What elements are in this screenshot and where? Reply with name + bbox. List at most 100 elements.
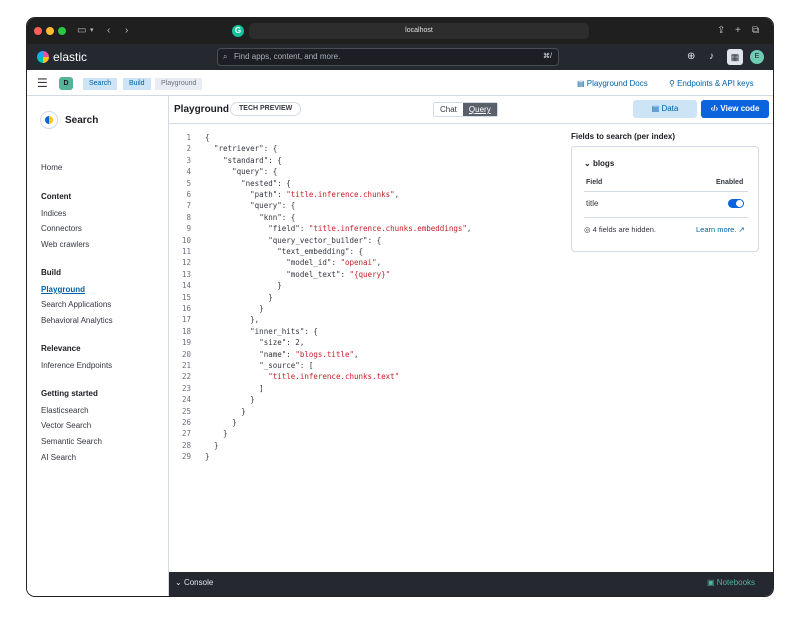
address-bar[interactable]: localhost (249, 23, 589, 39)
nav-indices[interactable]: Indices (41, 209, 66, 219)
code-token: , (376, 258, 382, 268)
data-button[interactable]: ▤ Data (633, 100, 697, 118)
index-name: blogs (592, 159, 615, 168)
code-token: "blogs.title" (295, 349, 355, 359)
view-code-button[interactable]: ‹/› View code (701, 100, 769, 118)
console-bar[interactable]: ⌄ Console ▣ Notebooks (169, 572, 773, 596)
code-line: 21 "_source": [ (169, 360, 313, 371)
code-token: { (205, 133, 210, 142)
new-tab-icon[interactable]: + (735, 24, 741, 38)
menu-icon[interactable]: ☰ (37, 76, 48, 90)
code-token: "title.inference.chunks.embeddings" (308, 224, 467, 234)
code-line: 4 "query": { (169, 166, 277, 177)
endpoints-api-keys-link[interactable]: ⚲ Endpoints & API keys (669, 77, 754, 91)
line-number: 9 (186, 224, 191, 234)
nav-inference-endpoints[interactable]: Inference Endpoints (41, 361, 112, 371)
code-token: "text_embedding" (277, 247, 350, 256)
search-placeholder: Find apps, content, and more. (234, 52, 341, 61)
code-token: : { (349, 247, 364, 256)
breadcrumb-build[interactable]: Build (123, 78, 151, 90)
code-line: 29} (169, 451, 210, 462)
sidebar-icon[interactable]: ▭ (77, 24, 86, 38)
nav-elasticsearch[interactable]: Elasticsearch (41, 406, 89, 416)
code-line: 20 "name": "blogs.title", (169, 349, 359, 360)
mode-toggle: Chat Query (433, 102, 498, 117)
share-icon[interactable]: ⇪ (717, 24, 725, 38)
page-header: Playground TECH PREVIEW Chat Query ▤ Dat… (169, 96, 773, 124)
code-line: 9 "field": "title.inference.chunks.embed… (169, 223, 471, 234)
tabs-icon[interactable]: ⧉ (752, 24, 759, 38)
breadcrumb-playground: Playground (155, 78, 203, 90)
field-enabled-toggle[interactable] (728, 199, 744, 208)
url-text: localhost (405, 27, 433, 34)
hidden-fields-note: ◎ 4 fields are hidden. (584, 225, 656, 234)
minimize-window-button[interactable] (46, 27, 54, 35)
code-token: } (205, 429, 228, 439)
chat-mode-button[interactable]: Chat (434, 103, 463, 116)
nav-connectors[interactable]: Connectors (41, 224, 82, 234)
query-code-editor[interactable]: 1{2 "retriever": {3 "standard": {4 "quer… (169, 132, 559, 564)
apps-tile-icon[interactable]: ▦ (727, 49, 743, 65)
column-enabled: Enabled (716, 179, 744, 186)
console-toggle[interactable]: ⌄ Console (175, 578, 213, 587)
code-token: } (205, 418, 237, 427)
nav-group-getting-started: Getting started (41, 389, 98, 398)
line-number: 16 (181, 304, 191, 313)
avatar[interactable]: E (750, 50, 764, 64)
code-token: "field" (268, 224, 300, 234)
nav-semantic-search[interactable]: Semantic Search (41, 437, 102, 447)
code-line: 8 "knn": { (169, 212, 295, 223)
learn-more-link[interactable]: Learn more. ↗ (696, 225, 745, 234)
nav-group-build: Build (41, 268, 61, 277)
code-token: } (205, 292, 273, 302)
code-token: "model_id" (286, 258, 332, 268)
line-number: 14 (181, 281, 191, 291)
news-feed-icon[interactable]: ♪ (709, 50, 714, 64)
nav-vector-search[interactable]: Vector Search (41, 421, 91, 431)
nav-home[interactable]: Home (41, 163, 62, 173)
nav-ai-search[interactable]: AI Search (41, 453, 76, 463)
help-icon[interactable]: ⊕ (687, 50, 695, 64)
nav-search-applications[interactable]: Search Applications (41, 300, 111, 310)
side-navigation: Search Home Content Indices Connectors W… (27, 96, 169, 596)
nav-web-crawlers[interactable]: Web crawlers (41, 240, 89, 250)
forward-icon[interactable]: › (125, 24, 128, 38)
notebooks-link[interactable]: ▣ Notebooks (707, 578, 755, 587)
code-token: , (354, 349, 359, 359)
space-badge[interactable]: D (59, 77, 73, 90)
line-number: 19 (181, 338, 191, 348)
line-number: 28 (181, 440, 191, 450)
nav-behavioral-analytics[interactable]: Behavioral Analytics (41, 316, 113, 326)
code-token: } (205, 406, 246, 416)
global-search-input[interactable]: ⌕ Find apps, content, and more. ⌘/ (217, 48, 559, 66)
code-token: "name" (259, 349, 287, 359)
nav-group-relevance: Relevance (41, 344, 81, 353)
chevron-down-icon[interactable]: ▾ (90, 24, 94, 38)
learn-more-label: Learn more. (696, 225, 737, 234)
code-token: : [ (299, 361, 314, 370)
code-line: 25 } (169, 406, 246, 417)
code-token: : { (277, 178, 291, 188)
query-mode-button[interactable]: Query (462, 103, 497, 116)
index-accordion[interactable]: ⌄ blogs (584, 159, 614, 168)
nav-playground[interactable]: Playground (41, 285, 85, 295)
grammarly-icon[interactable]: G (232, 25, 244, 37)
tech-preview-badge: TECH PREVIEW (230, 102, 302, 116)
divider (584, 191, 748, 192)
code-line: 11 "text_embedding": { (169, 246, 363, 257)
breadcrumb-search[interactable]: Search (83, 78, 118, 90)
back-icon[interactable]: ‹ (107, 24, 110, 38)
elastic-logo[interactable]: elastic (37, 50, 87, 64)
main-content: Playground TECH PREVIEW Chat Query ▤ Dat… (169, 96, 773, 572)
code-token: : (277, 190, 287, 199)
close-window-button[interactable] (34, 27, 42, 35)
column-field: Field (586, 179, 603, 186)
page-title: Playground (174, 104, 230, 115)
playground-docs-link[interactable]: ▤ Playground Docs (577, 77, 648, 91)
code-token: : { (281, 201, 296, 211)
code-token: "inner_hits" (250, 326, 305, 336)
maximize-window-button[interactable] (58, 27, 66, 35)
